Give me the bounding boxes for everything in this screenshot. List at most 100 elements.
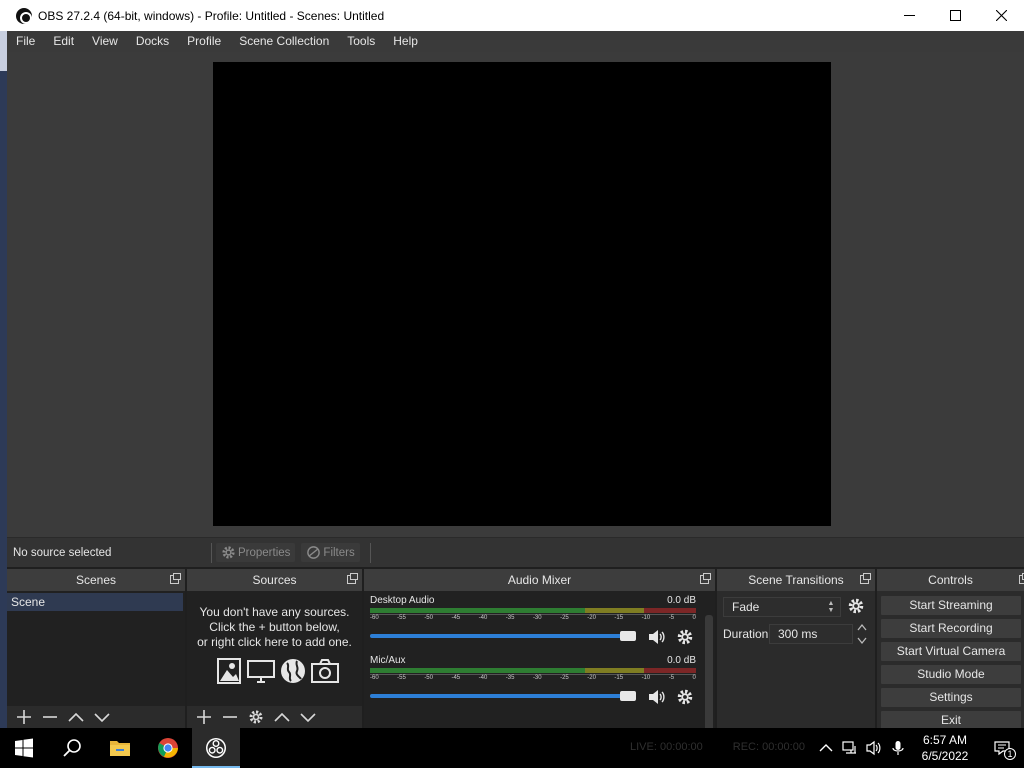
scale-tick: -45: [451, 615, 461, 621]
maximize-button[interactable]: [932, 0, 978, 31]
empty-line: You don't have any sources.: [199, 605, 350, 619]
undock-icon[interactable]: [347, 573, 358, 584]
search-button[interactable]: [48, 728, 96, 768]
desktop-edge-highlight: [0, 31, 7, 71]
scene-transitions-header: Scene Transitions: [717, 569, 875, 591]
search-icon: [63, 739, 81, 757]
start-recording-button[interactable]: Start Recording: [881, 619, 1021, 638]
volume-slider-track[interactable]: [370, 694, 632, 698]
sources-empty-message: You don't have any sources. Click the + …: [187, 605, 362, 650]
sources-dock-header: Sources: [187, 569, 362, 591]
clock[interactable]: 6:57 AM 6/5/2022: [910, 732, 980, 764]
file-explorer-button[interactable]: [96, 728, 144, 768]
studio-mode-button[interactable]: Studio Mode: [881, 665, 1021, 684]
network-button[interactable]: [838, 728, 862, 768]
source-properties-button[interactable]: [245, 707, 267, 727]
sources-footer: [187, 706, 362, 728]
start-button[interactable]: [0, 728, 48, 768]
scale-tick: -20: [587, 615, 596, 621]
menu-tools[interactable]: Tools: [338, 31, 384, 52]
undock-icon[interactable]: [170, 573, 181, 584]
settings-button[interactable]: Settings: [881, 688, 1021, 707]
menu-docks[interactable]: Docks: [127, 31, 178, 52]
mute-button[interactable]: [646, 686, 668, 708]
menu-edit[interactable]: Edit: [44, 31, 83, 52]
scale-tick: -50: [424, 675, 433, 681]
show-hidden-icons-button[interactable]: [814, 728, 838, 768]
move-source-up-button[interactable]: [271, 707, 293, 727]
add-source-button[interactable]: [193, 707, 215, 727]
filters-button[interactable]: Filters: [301, 543, 360, 562]
speaker-icon: [866, 740, 881, 756]
gear-icon: [677, 629, 693, 645]
chrome-button[interactable]: [144, 728, 192, 768]
action-center-button[interactable]: 1: [980, 728, 1024, 768]
scale-tick: -60: [370, 615, 379, 621]
menu-file[interactable]: File: [7, 31, 44, 52]
scale-tick: -15: [614, 615, 624, 621]
properties-label: Properties: [238, 546, 291, 559]
chrome-icon: [158, 738, 178, 758]
move-scene-up-button[interactable]: [65, 707, 87, 727]
obs-status-bar-ghost: LIVE: 00:00:00 REC: 00:00:00: [630, 741, 805, 753]
add-scene-button[interactable]: [13, 707, 35, 727]
properties-button[interactable]: Properties: [216, 543, 296, 562]
undock-icon[interactable]: [1019, 573, 1024, 584]
microphone-button[interactable]: [886, 728, 910, 768]
menu-view[interactable]: View: [83, 31, 127, 52]
volume-slider-track[interactable]: [370, 634, 632, 638]
minus-icon: [43, 716, 57, 718]
volume-button[interactable]: [862, 728, 886, 768]
menu-scene-collection[interactable]: Scene Collection: [230, 31, 338, 52]
transition-selected: Fade: [732, 600, 760, 614]
start-streaming-button[interactable]: Start Streaming: [881, 596, 1021, 615]
source-type-icons: [215, 657, 339, 685]
menu-help[interactable]: Help: [384, 31, 427, 52]
preview-area: [7, 52, 1024, 537]
duration-input[interactable]: 300 ms: [769, 624, 853, 644]
filters-label: Filters: [323, 546, 355, 559]
obs-taskbar-button[interactable]: [192, 728, 240, 768]
close-button[interactable]: [978, 0, 1024, 31]
channel-settings-button[interactable]: [674, 686, 696, 708]
transition-properties-button[interactable]: [847, 597, 867, 617]
desktop-audio-channel: Desktop Audio 0.0 dB -60 -55 -50 -45 -40 -35-…: [368, 595, 698, 655]
scene-transitions-body: Fade ▲ ▼ Duration 300 ms: [717, 591, 875, 728]
mic-aux-channel: Mic/Aux 0.0 dB -60 -55 -50 -45 -40 -35 -30 -25-…: [368, 655, 698, 715]
mute-button[interactable]: [646, 626, 668, 648]
plus-icon: [17, 710, 31, 724]
scale-tick: 0: [692, 675, 696, 681]
sources-dock-title: Sources: [252, 573, 297, 587]
remove-source-button[interactable]: [219, 707, 241, 727]
undock-icon[interactable]: [700, 573, 711, 584]
volume-slider-handle[interactable]: [620, 691, 636, 701]
source-toolbar: No source selected Properties Filters: [7, 537, 1024, 567]
duration-stepper[interactable]: [855, 623, 869, 645]
plus-icon: [197, 710, 211, 724]
windows-logo-icon: [15, 738, 33, 758]
menu-profile[interactable]: Profile: [178, 31, 230, 52]
obs-logo-icon: [206, 738, 226, 758]
scenes-dock-header: Scenes: [7, 569, 185, 591]
minimize-button[interactable]: [886, 0, 932, 31]
scale-tick: -10: [641, 675, 651, 681]
audio-mixer-title: Audio Mixer: [507, 573, 572, 587]
start-virtual-camera-button[interactable]: Start Virtual Camera: [881, 642, 1021, 661]
gear-icon: [677, 689, 693, 705]
list-item[interactable]: Scene: [7, 593, 183, 611]
scene-transitions-title: Scene Transitions: [748, 573, 844, 587]
volume-slider-handle[interactable]: [620, 631, 636, 641]
move-scene-down-button[interactable]: [91, 707, 113, 727]
network-icon: [842, 741, 856, 754]
filter-icon: [307, 546, 321, 559]
undock-icon[interactable]: [860, 573, 871, 584]
transition-select[interactable]: Fade ▲ ▼: [723, 597, 841, 617]
meter-scale: -60 -55 -50 -45 -40 -35 -30 -25 -20 -15 -10 -5 0: [370, 615, 696, 625]
menu-bar: File Edit View Docks Profile Scene Colle…: [7, 31, 1024, 52]
channel-db: 0.0 dB: [667, 595, 696, 606]
channel-settings-button[interactable]: [674, 626, 696, 648]
program-preview[interactable]: [213, 62, 831, 526]
move-source-down-button[interactable]: [297, 707, 319, 727]
remove-scene-button[interactable]: [39, 707, 61, 727]
chevron-up-icon: [857, 623, 867, 631]
